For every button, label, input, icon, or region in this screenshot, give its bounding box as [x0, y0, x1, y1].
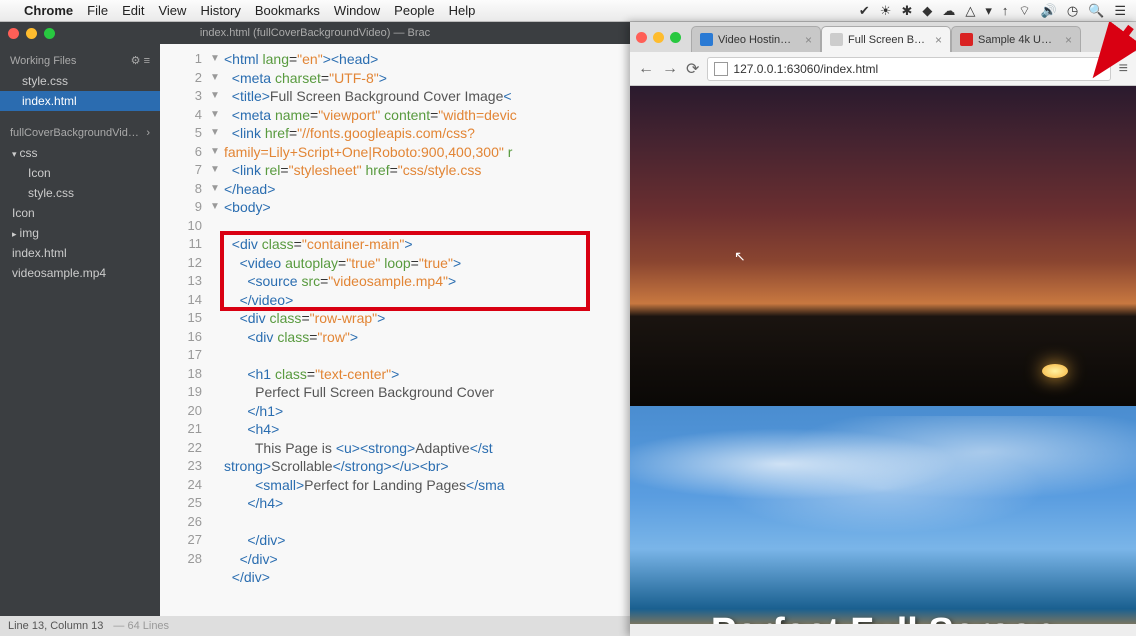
menubar-right-icons: ✔︎ ☀ ✱ ◆ ☁ △ ▾ ↑ ⌔ 🔊 ◷ 🔍 ☰ [859, 3, 1126, 19]
tree-item[interactable]: style.css [0, 183, 160, 203]
tab-label: Full Screen Back [848, 34, 926, 46]
close-tab-icon[interactable]: × [805, 33, 812, 47]
status-icon[interactable]: ☀ [880, 3, 892, 19]
close-tab-icon[interactable]: × [1065, 33, 1072, 47]
video-frame-sunset: ↖ [630, 86, 1136, 406]
code-editor[interactable]: 1234567891011121314151617181920212223242… [160, 44, 630, 616]
search-icon[interactable]: 🔍 [1088, 3, 1104, 19]
horizontal-scrollbar[interactable] [630, 624, 1136, 636]
url-text: 127.0.0.1:63060/index.html [733, 62, 878, 76]
browser-tab[interactable]: Sample 4k UHD × [951, 26, 1081, 52]
brackets-window: index.html (fullCoverBackgroundVideo) — … [0, 22, 630, 636]
code-content[interactable]: <html lang="en"><head> <meta charset="UT… [224, 44, 630, 605]
close-button[interactable] [636, 32, 647, 43]
tab-strip: Video Hosting for×Full Screen Back×Sampl… [630, 22, 1136, 52]
status-icon[interactable]: △ [965, 3, 975, 19]
working-files-label: Working Files [10, 55, 76, 67]
forward-button[interactable]: → [662, 60, 678, 78]
working-files-header[interactable]: Working Files ⚙ ≡ [0, 50, 160, 71]
menu-bookmarks[interactable]: Bookmarks [255, 3, 320, 18]
status-extra: — 64 Lines [113, 620, 169, 632]
tree-item[interactable]: ▾css [0, 143, 160, 163]
status-bar: Line 13, Column 13 — 64 Lines [0, 616, 630, 636]
line-gutter: 1234567891011121314151617181920212223242… [160, 44, 208, 568]
speaker-icon[interactable]: 🔊 [1041, 3, 1057, 19]
menu-view[interactable]: View [158, 3, 186, 18]
tab-label: Sample 4k UHD [978, 34, 1056, 46]
browser-tab[interactable]: Full Screen Back × [821, 26, 951, 52]
clock-icon[interactable]: ◷ [1067, 3, 1078, 19]
menu-file[interactable]: File [87, 3, 108, 18]
tree-item[interactable]: Icon [0, 203, 160, 223]
menu-window[interactable]: Window [334, 3, 380, 18]
close-tab-icon[interactable]: × [935, 33, 942, 47]
close-button[interactable] [8, 28, 19, 39]
app-name[interactable]: Chrome [24, 3, 73, 18]
menu-button[interactable]: ≡ [1119, 60, 1128, 78]
favicon-icon [830, 33, 843, 46]
browser-tab[interactable]: Video Hosting for × [691, 26, 821, 52]
status-icon[interactable]: ✔︎ [859, 3, 870, 19]
page-viewport[interactable]: ↖ Perfect Full Screen [630, 86, 1136, 624]
status-icon[interactable]: ☁ [942, 3, 955, 19]
tree-item[interactable]: Icon [0, 163, 160, 183]
favicon-icon [960, 33, 973, 46]
favicon-icon [700, 33, 713, 46]
tab-label: Video Hosting for [718, 34, 796, 46]
minimize-button[interactable] [26, 28, 37, 39]
gear-icon[interactable]: ⚙ ≡ [131, 54, 150, 67]
window-title: index.html (fullCoverBackgroundVideo) — … [0, 22, 630, 44]
chevron-right-icon: › [146, 127, 150, 139]
reload-button[interactable]: ⟳ [686, 59, 699, 79]
status-icon[interactable]: ↑ [1002, 3, 1009, 19]
mouse-cursor-icon: ↖ [734, 248, 746, 264]
menu-people[interactable]: People [394, 3, 434, 18]
beach-image: Perfect Full Screen [630, 406, 1136, 624]
tree-item[interactable]: index.html [0, 243, 160, 263]
status-icon[interactable]: ▾ [985, 3, 992, 19]
working-file[interactable]: style.css [0, 71, 160, 91]
cursor-position: Line 13, Column 13 [8, 620, 103, 632]
project-header[interactable]: fullCoverBackgroundVideo › [0, 123, 160, 143]
tree-item[interactable]: ▸img [0, 223, 160, 243]
page-heading: Perfect Full Screen [630, 611, 1136, 624]
zoom-button[interactable] [44, 28, 55, 39]
chrome-toolbar: ← → ⟳ 127.0.0.1:63060/index.html ≡ [630, 52, 1136, 86]
minimize-button[interactable] [653, 32, 664, 43]
mac-menubar: Chrome File Edit View History Bookmarks … [0, 0, 1136, 22]
editor-sidebar: Working Files ⚙ ≡ style.cssindex.html fu… [0, 44, 160, 616]
page-icon [714, 62, 728, 76]
status-icon[interactable]: ◆ [922, 3, 932, 19]
menu-edit[interactable]: Edit [122, 3, 144, 18]
back-button[interactable]: ← [638, 60, 654, 78]
status-icon[interactable]: ✱ [901, 3, 912, 19]
chrome-window: Video Hosting for×Full Screen Back×Sampl… [630, 22, 1136, 636]
wifi-icon[interactable]: ⌔ [1018, 3, 1030, 19]
clouds-graphic [630, 416, 1136, 536]
working-file[interactable]: index.html [0, 91, 160, 111]
project-name: fullCoverBackgroundVideo [10, 127, 140, 139]
fold-gutter[interactable]: ▼▼▼▼▼▼▼▼▼ [208, 44, 222, 217]
sun-graphic [1042, 364, 1068, 378]
tree-item[interactable]: videosample.mp4 [0, 263, 160, 283]
window-controls: index.html (fullCoverBackgroundVideo) — … [0, 22, 630, 44]
menu-history[interactable]: History [200, 3, 240, 18]
zoom-button[interactable] [670, 32, 681, 43]
hamburger-icon[interactable]: ☰ [1114, 3, 1126, 19]
menu-help[interactable]: Help [449, 3, 476, 18]
url-bar[interactable]: 127.0.0.1:63060/index.html [707, 57, 1110, 81]
